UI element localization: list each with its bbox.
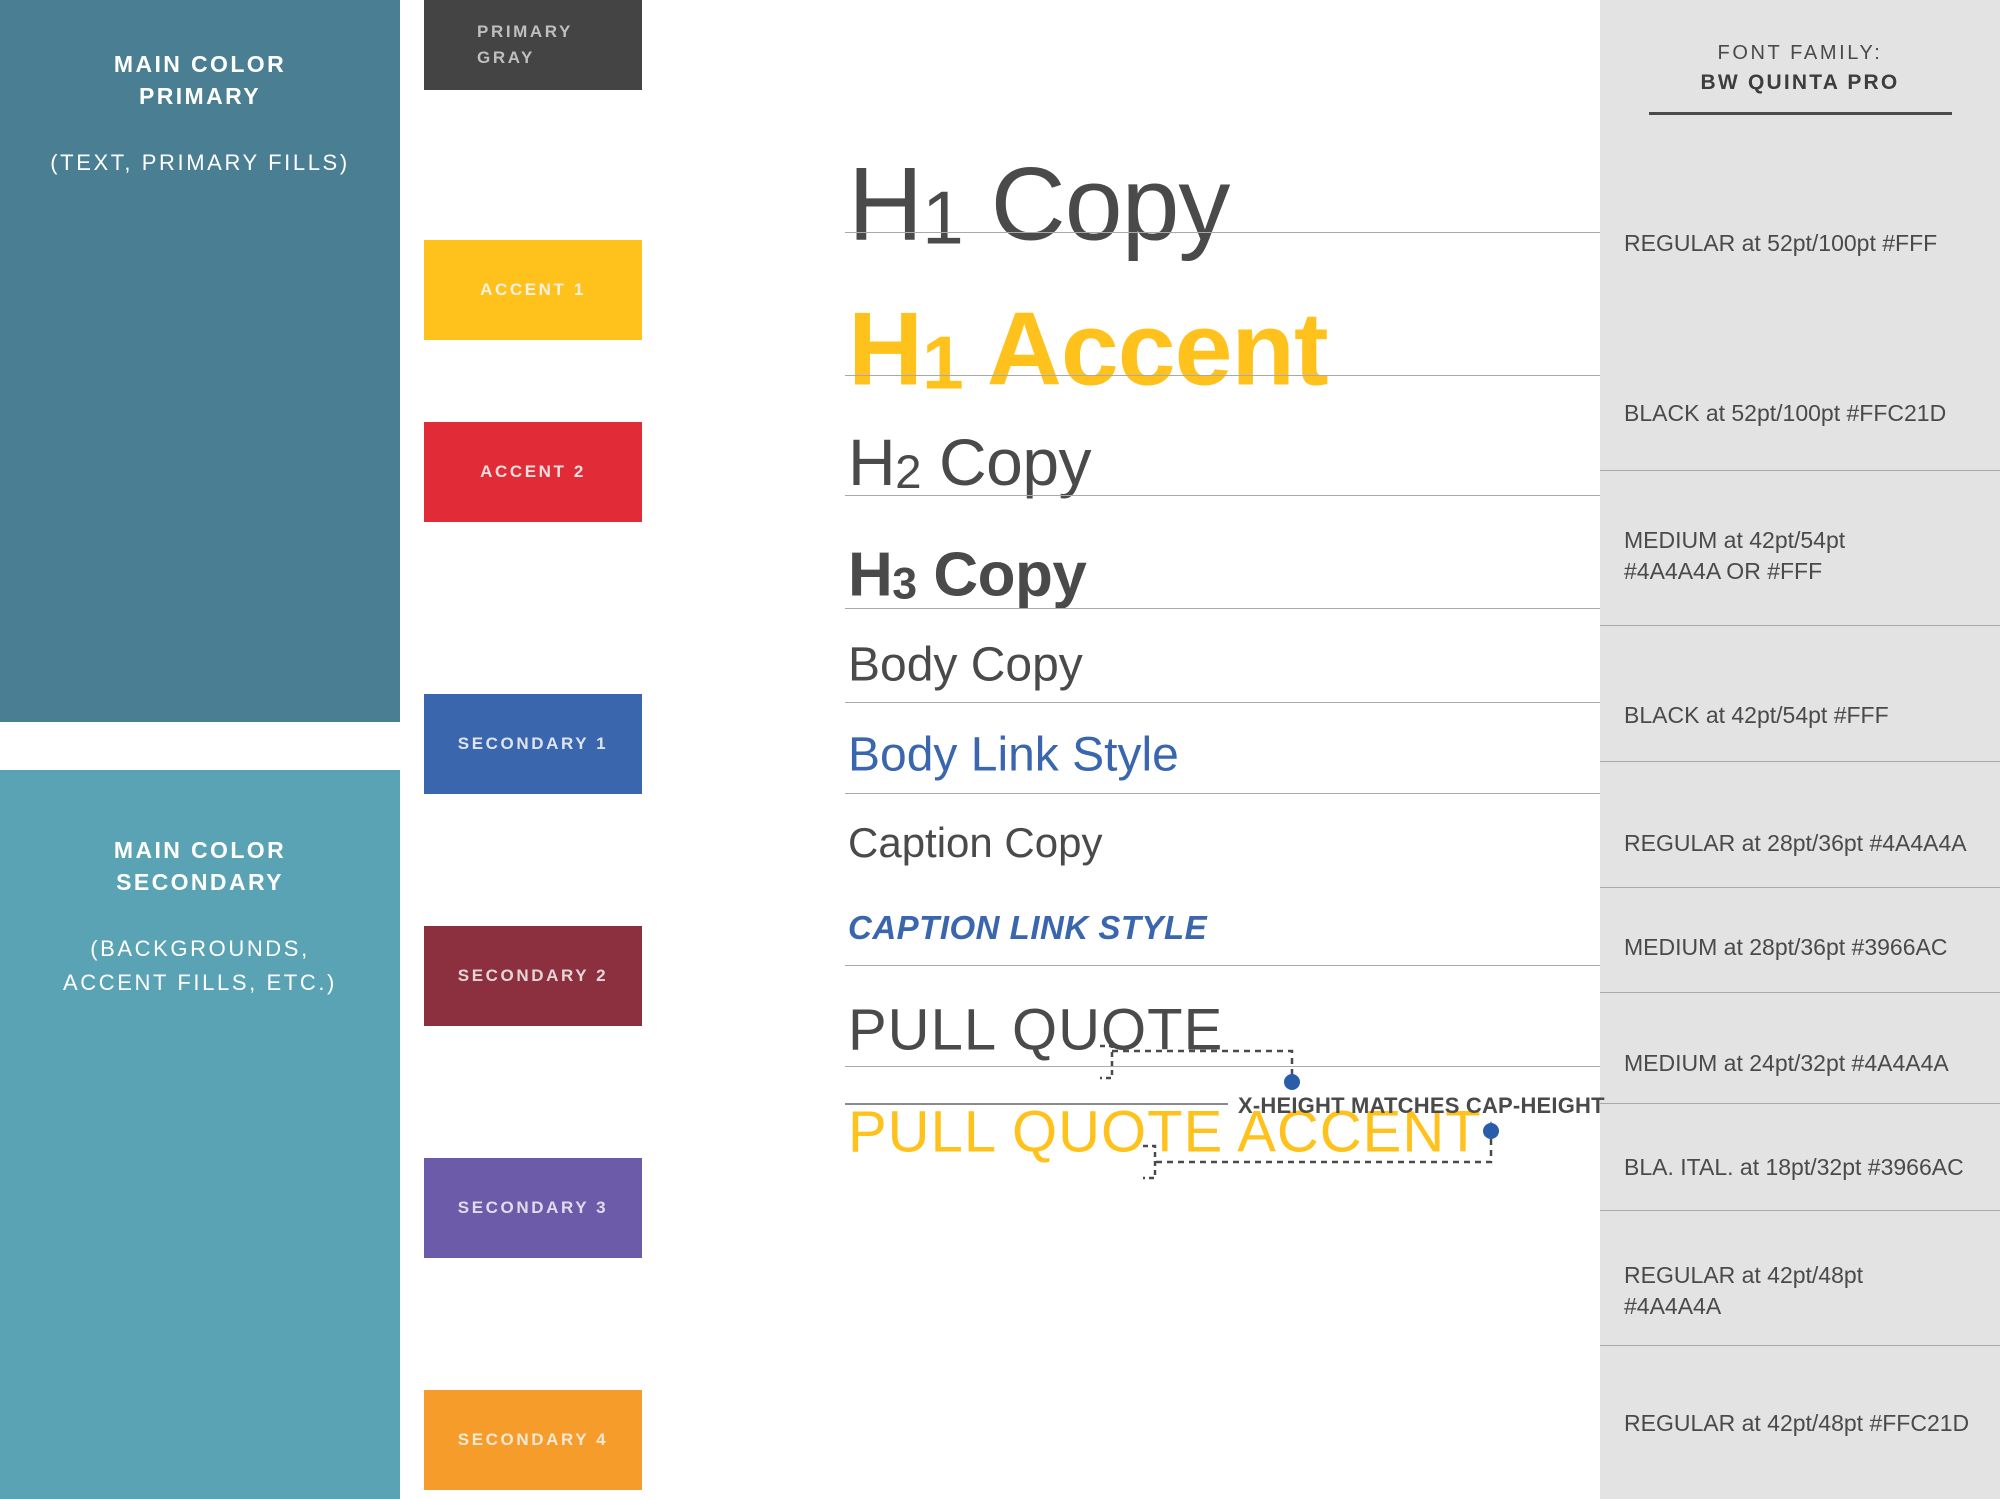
font-spec-h1-accent: BLACK at 52pt/100pt #FFC21D: [1624, 398, 1994, 429]
specimen-body-copy: Body Copy: [848, 638, 1083, 692]
font-spec-panel: FONT FAMILY: BW QUINTA PRO REGULAR at 52…: [1600, 0, 2000, 1499]
font-spec-h1-copy: REGULAR at 52pt/100pt #FFF: [1624, 228, 1994, 259]
color-swatch-secondary-2: SECONDARY 2: [424, 926, 642, 1026]
font-spec-divider: [1600, 470, 2000, 471]
color-swatch-accent-1: ACCENT 1: [424, 240, 642, 340]
main-color-primary-title: MAIN COLOR PRIMARY: [114, 48, 286, 112]
annotation-pin-upper-tail-icon: [1288, 1072, 1296, 1082]
color-swatch-label: SECONDARY 2: [457, 966, 609, 985]
font-spec-h2-copy: MEDIUM at 42pt/54pt #4A4A4A OR #FFF: [1624, 525, 1994, 587]
heading-word: Copy: [916, 540, 1087, 610]
font-spec-line1: BLACK at 42pt/54pt #FFF: [1624, 702, 1889, 728]
font-spec-line1: MEDIUM at 24pt/32pt #4A4A4A: [1624, 1050, 1949, 1076]
font-spec-divider: [1600, 1103, 2000, 1104]
annotation-pin-lower-tail-icon: [1487, 1121, 1495, 1131]
heading-level-numeral: 3: [892, 559, 917, 609]
heading-word: Accent: [962, 291, 1329, 408]
main-color-primary-title-line2: PRIMARY: [138, 83, 261, 109]
font-spec-divider: [1600, 1345, 2000, 1346]
swatch-label-line2: GRAY: [477, 48, 535, 67]
heading-word: Copy: [921, 425, 1092, 499]
font-spec-divider: [1600, 761, 2000, 762]
font-spec-line1: REGULAR at 28pt/36pt #4A4A4A: [1624, 830, 1967, 856]
font-family-rule: [1648, 112, 1952, 115]
font-spec-line1: REGULAR at 52pt/100pt #FFF: [1624, 230, 1938, 256]
main-color-secondary-subtitle-line2: ACCENT FILLS, ETC.): [63, 970, 337, 995]
font-family-label: FONT FAMILY:: [1717, 42, 1883, 64]
specimen-body-link-style: Body Link Style: [848, 728, 1179, 782]
color-swatch-label: SECONDARY 1: [457, 734, 609, 753]
x-height-annotation-label: X-HEIGHT MATCHES CAP-HEIGHT: [1238, 1093, 1605, 1118]
font-spec-line1: REGULAR at 42pt/48pt: [1624, 1262, 1864, 1288]
heading-level-numeral: 1: [922, 320, 964, 405]
color-swatch-label: ACCENT 1: [480, 280, 586, 299]
font-spec-divider: [1600, 887, 2000, 888]
font-spec-line1: BLACK at 52pt/100pt #FFC21D: [1624, 400, 1947, 426]
font-family-header: FONT FAMILY: BW QUINTA PRO: [1600, 0, 2000, 115]
font-spec-h3-copy: BLACK at 42pt/54pt #FFF: [1624, 700, 1994, 731]
font-spec-divider: [1600, 992, 2000, 993]
specimen-h2-copy: H2 Copy: [848, 425, 1092, 499]
color-swatch-accent-2: ACCENT 2: [424, 422, 642, 522]
style-guide-page: MAIN COLOR PRIMARY (TEXT, PRIMARY FILLS)…: [0, 0, 2000, 1499]
annotation-pin-upper-icon: [1284, 1074, 1300, 1090]
color-swatch-primary: PRIMARY GRAY: [424, 0, 642, 90]
heading-level-numeral: 2: [895, 445, 922, 499]
main-color-secondary-subtitle-line1: (BACKGROUNDS,: [90, 936, 310, 961]
color-swatch-label: SECONDARY 3: [457, 1198, 609, 1217]
font-spec-line2: #4A4A4A: [1624, 1293, 1722, 1319]
font-spec-line2: #4A4A4A OR #FFF: [1624, 558, 1823, 584]
font-spec-line1: REGULAR at 42pt/48pt #FFC21D: [1624, 1410, 1970, 1436]
font-spec-line1: BLA. ITAL. at 18pt/32pt #3966AC: [1624, 1154, 1964, 1180]
specimen-h3-copy: H3 Copy: [848, 540, 1087, 610]
font-spec-caption-copy: MEDIUM at 24pt/32pt #4A4A4A: [1624, 1048, 1994, 1079]
specimen-h1-accent: H1 Accent: [848, 291, 1329, 408]
main-color-secondary-block: MAIN COLOR SECONDARY (BACKGROUNDS, ACCEN…: [0, 770, 400, 1499]
font-spec-divider: [1600, 625, 2000, 626]
swatch-label-line1: PRIMARY: [477, 22, 573, 41]
font-spec-body-copy: REGULAR at 28pt/36pt #4A4A4A: [1624, 828, 1994, 859]
main-color-secondary-title: MAIN COLOR SECONDARY: [114, 834, 286, 898]
main-color-primary-block: MAIN COLOR PRIMARY (TEXT, PRIMARY FILLS): [0, 0, 400, 722]
heading-level-numeral: 1: [922, 175, 964, 260]
specimen-pull-quote: PULL QUOTE: [848, 997, 1224, 1063]
main-color-secondary-title-line1: MAIN COLOR: [113, 837, 287, 863]
color-swatch-label: ACCENT 2: [480, 462, 586, 481]
font-spec-pull-quote: REGULAR at 42pt/48pt #4A4A4A: [1624, 1260, 1994, 1322]
color-swatch-secondary-1: SECONDARY 1: [424, 694, 642, 794]
main-color-secondary-title-line2: SECONDARY: [116, 869, 284, 895]
heading-word: Copy: [962, 146, 1231, 263]
font-spec-caption-link-style: BLA. ITAL. at 18pt/32pt #3966AC: [1624, 1152, 1994, 1183]
font-family-name: BW QUINTA PRO: [1700, 71, 1900, 94]
main-color-secondary-subtitle: (BACKGROUNDS, ACCENT FILLS, ETC.): [63, 932, 337, 1000]
font-spec-line1: MEDIUM at 28pt/36pt #3966AC: [1624, 934, 1948, 960]
main-color-primary-title-line1: MAIN COLOR: [113, 51, 287, 77]
color-swatch-secondary-3: SECONDARY 3: [424, 1158, 642, 1258]
specimen-h1-copy: H1 Copy: [848, 146, 1231, 263]
font-spec-pull-quote-accent: REGULAR at 42pt/48pt #FFC21D: [1624, 1408, 1994, 1439]
specimen-caption-link-style: CAPTION LINK STYLE: [848, 909, 1208, 946]
color-swatch-label: PRIMARY GRAY: [477, 19, 589, 71]
color-swatch-label: SECONDARY 4: [457, 1430, 609, 1449]
font-spec-body-link-style: MEDIUM at 28pt/36pt #3966AC: [1624, 932, 1994, 963]
font-spec-line1: MEDIUM at 42pt/54pt: [1624, 527, 1846, 553]
font-spec-divider: [1600, 1210, 2000, 1211]
specimen-caption-copy: Caption Copy: [848, 819, 1103, 866]
color-swatch-secondary-4: SECONDARY 4: [424, 1390, 642, 1490]
main-color-primary-subtitle: (TEXT, PRIMARY FILLS): [50, 150, 350, 175]
annotation-pin-lower-icon: [1483, 1123, 1499, 1139]
